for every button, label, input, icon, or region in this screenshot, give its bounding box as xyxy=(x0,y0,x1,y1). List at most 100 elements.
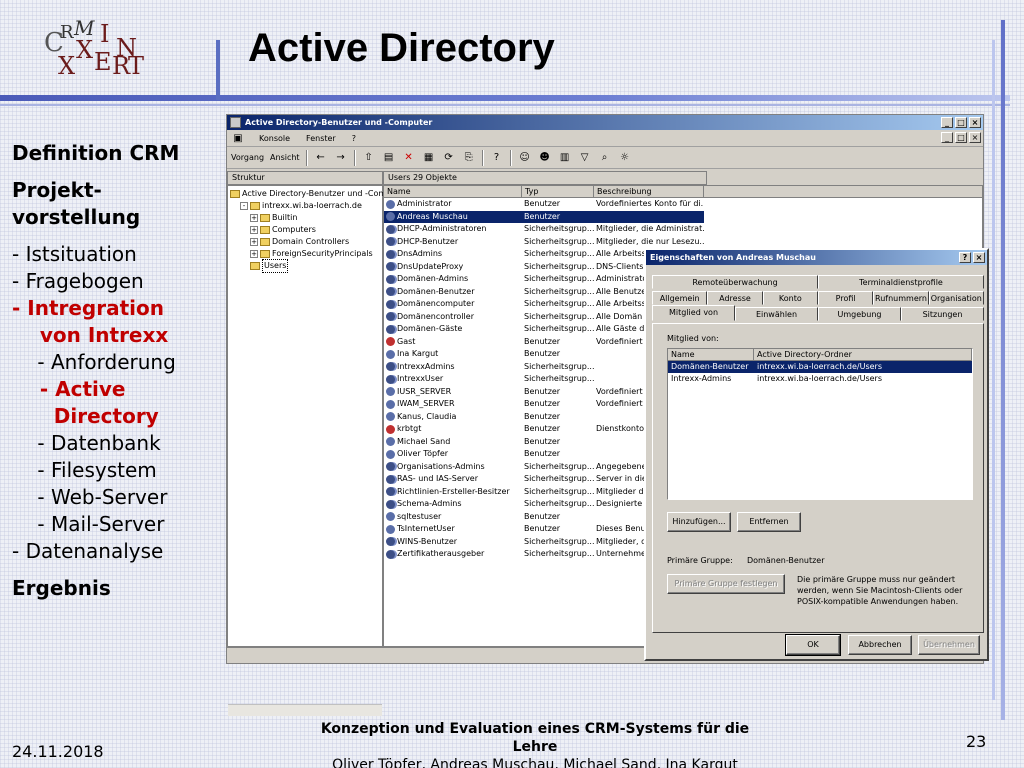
menu-fenster[interactable]: Fenster xyxy=(304,134,338,143)
group-icon xyxy=(386,312,395,322)
row-name: Michael Sand xyxy=(397,436,451,446)
show-tree-icon[interactable]: ▤ xyxy=(382,151,396,164)
help-icon[interactable]: ? xyxy=(490,151,504,164)
mmc-titlebar[interactable]: Active Directory-Benutzer und -Computer … xyxy=(227,115,983,130)
apply-button[interactable]: Übernehmen xyxy=(918,635,980,655)
tree-node[interactable]: + Builtin xyxy=(250,212,297,224)
row-type: Sicherheitsgrup... xyxy=(524,261,594,271)
row-name: sqltestuser xyxy=(397,511,442,521)
list-row[interactable]: DHCP-Benutzer Sicherheitsgrup... Mitgliede… xyxy=(384,236,982,249)
tree-expander-icon[interactable]: + xyxy=(250,226,258,234)
row-type: Benutzer xyxy=(524,386,561,396)
dialog-help-button[interactable]: ? xyxy=(959,252,971,263)
new-user-icon[interactable]: ☺ xyxy=(518,151,532,164)
list-columns: Name Typ Beschreibung xyxy=(384,186,982,198)
member-row[interactable]: Intrexx-Admins intrexx.wi.ba-loerrach.de/… xyxy=(668,373,972,385)
tab-allgemein[interactable]: Allgemein xyxy=(652,291,708,305)
nav-item: - Istsituation xyxy=(12,242,137,266)
menu-konsole[interactable]: Konsole xyxy=(257,134,292,143)
menu-ansicht[interactable]: Ansicht xyxy=(270,153,300,162)
refresh-icon[interactable]: ⟳ xyxy=(442,151,456,164)
right-rule-thin xyxy=(992,40,995,700)
list-row[interactable]: DHCP-Administratoren Sicherheitsgrup... Mi… xyxy=(384,223,982,236)
group-icon xyxy=(386,224,395,234)
new-group-icon[interactable]: ☻ xyxy=(538,151,552,164)
tab-konto[interactable]: Konto xyxy=(762,291,818,305)
column-description[interactable]: Beschreibung xyxy=(594,186,704,197)
maximize-button[interactable]: □ xyxy=(955,117,967,128)
member-row[interactable]: Domänen-Benutzer intrexx.wi.ba-loerrach.d… xyxy=(668,361,972,373)
column-name[interactable]: Name xyxy=(384,186,522,197)
cancel-button[interactable]: Abbrechen xyxy=(848,635,912,655)
group-icon xyxy=(386,287,395,297)
export-icon[interactable]: ⎘ xyxy=(462,151,476,164)
set-primary-group-button[interactable]: Primäre Gruppe festlegen xyxy=(667,574,785,594)
filter-icon[interactable]: ▽ xyxy=(578,151,592,164)
menu-vorgang[interactable]: Vorgang xyxy=(231,153,264,162)
user-icon xyxy=(386,412,395,422)
close-button[interactable]: × xyxy=(969,117,981,128)
remove-button[interactable]: Entfernen xyxy=(737,512,801,532)
tree-node[interactable]: + Domain Controllers xyxy=(250,236,349,248)
tree-expander-icon[interactable]: + xyxy=(250,214,258,222)
user-icon xyxy=(386,387,395,397)
title-divider xyxy=(216,40,220,100)
add-to-group-icon[interactable]: ☼ xyxy=(618,151,632,164)
tree-node[interactable]: Active Directory-Benutzer und -Compu xyxy=(230,188,396,200)
row-name: Domänen-Gäste xyxy=(397,324,463,333)
forward-icon[interactable]: → xyxy=(334,151,348,164)
group-icon xyxy=(386,549,395,559)
minimize-button[interactable]: _ xyxy=(941,117,953,128)
footer-title: Konzeption und Evaluation eines CRM-Syst… xyxy=(320,721,750,755)
primary-group-value: Domänen-Benutzer xyxy=(747,556,825,565)
ok-button[interactable]: OK xyxy=(785,634,841,656)
tree-expander-icon[interactable]: + xyxy=(250,238,258,246)
tree-node[interactable]: - intrexx.wi.ba-loerrach.de xyxy=(240,200,362,212)
tab-umgebung[interactable]: Umgebung xyxy=(818,307,901,321)
tab-einwählen[interactable]: Einwählen xyxy=(735,307,818,321)
list-row[interactable]: Andreas Muschau Benutzer xyxy=(384,210,982,223)
dialog-close-button[interactable]: × xyxy=(973,252,985,263)
column-ad-folder[interactable]: Active Directory-Ordner xyxy=(754,349,972,360)
list-row[interactable]: Administrator Benutzer Vordefiniertes Kont… xyxy=(384,198,982,211)
nav-item: - Filesystem xyxy=(12,458,157,482)
group-icon xyxy=(386,299,395,309)
find-icon[interactable]: ⌕ xyxy=(598,151,612,164)
tree-node[interactable]: Users xyxy=(250,259,289,273)
tab-rufnummern[interactable]: Rufnummern xyxy=(873,291,929,305)
delete-icon[interactable]: ✕ xyxy=(402,151,416,164)
tree-pane: Active Directory-Benutzer und -Compu - int… xyxy=(227,185,396,716)
tab-mitglied-von[interactable]: Mitglied von xyxy=(652,305,735,321)
tab-remoteüberwachung[interactable]: Remoteüberwachung xyxy=(652,275,818,289)
tree-node[interactable]: + Computers xyxy=(250,224,316,236)
dialog-titlebar[interactable]: Eigenschaften von Andreas Muschau ? × xyxy=(646,250,987,265)
right-rule xyxy=(1001,20,1005,720)
tree-hscrollbar[interactable] xyxy=(228,704,382,716)
add-button[interactable]: Hinzufügen... xyxy=(667,512,731,532)
console-icon[interactable]: ▣ xyxy=(231,132,245,145)
menu-help[interactable]: ? xyxy=(350,134,358,143)
row-name: Gast xyxy=(397,336,416,346)
row-type: Sicherheitsgrup... xyxy=(524,374,594,383)
column-type[interactable]: Typ xyxy=(522,186,594,197)
row-name: Organisations-Admins xyxy=(397,461,485,471)
row-name: WINS-Benutzer xyxy=(397,536,458,546)
child-minimize-button[interactable]: _ xyxy=(941,132,953,143)
tab-sitzungen[interactable]: Sitzungen xyxy=(901,307,984,321)
group-icon xyxy=(386,362,395,372)
tab-adresse[interactable]: Adresse xyxy=(707,291,763,305)
user-icon xyxy=(386,512,395,522)
child-maximize-button[interactable]: □ xyxy=(955,132,967,143)
tab-terminaldienstprofile[interactable]: Terminaldienstprofile xyxy=(818,275,984,289)
tree-expander-icon[interactable]: + xyxy=(250,250,258,258)
new-ou-icon[interactable]: ▥ xyxy=(558,151,572,164)
tab-organisation[interactable]: Organisation xyxy=(928,291,984,305)
tab-profil[interactable]: Profil xyxy=(817,291,874,305)
tree-tab[interactable]: Struktur xyxy=(227,171,383,185)
up-folder-icon[interactable]: ⇧ xyxy=(362,151,376,164)
tree-expander-icon[interactable]: - xyxy=(240,202,248,210)
properties-icon[interactable]: ▦ xyxy=(422,151,436,164)
child-close-button[interactable]: × xyxy=(969,132,981,143)
back-icon[interactable]: ← xyxy=(314,151,328,164)
column-group-name[interactable]: Name xyxy=(668,349,754,360)
